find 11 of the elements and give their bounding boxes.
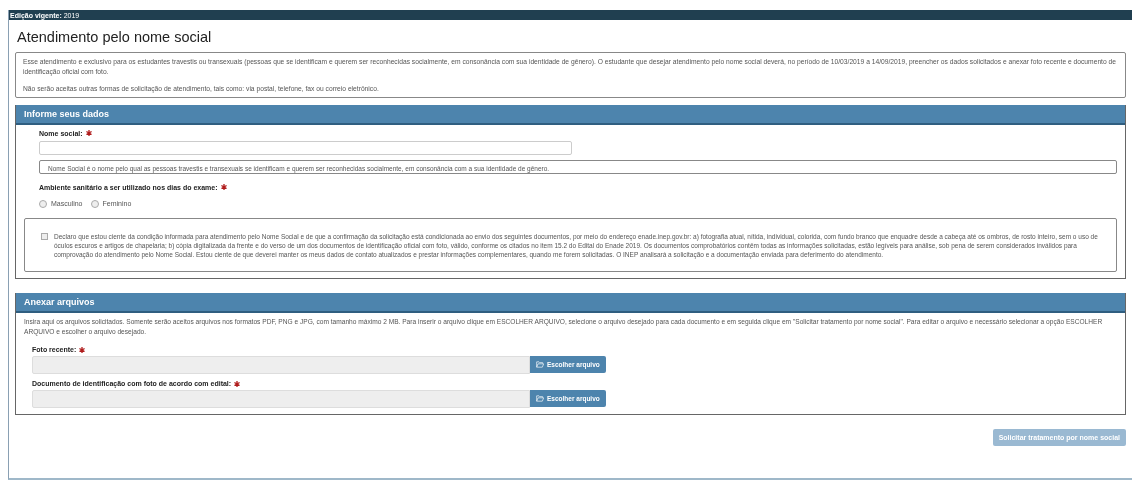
file-path-field[interactable]: [32, 356, 530, 375]
file-path-field[interactable]: [32, 390, 530, 409]
folder-icon: [536, 395, 544, 403]
page-title: Atendimento pelo nome social: [17, 29, 213, 45]
folder-icon: [536, 361, 544, 369]
name-input[interactable]: [39, 140, 572, 155]
section-header: Informe seus dados: [16, 104, 1125, 125]
radio-button[interactable]: [90, 199, 99, 208]
checkbox[interactable]: [41, 232, 48, 240]
section-header: Anexar arquivos: [16, 293, 1125, 314]
radio-button[interactable]: [39, 199, 47, 208]
